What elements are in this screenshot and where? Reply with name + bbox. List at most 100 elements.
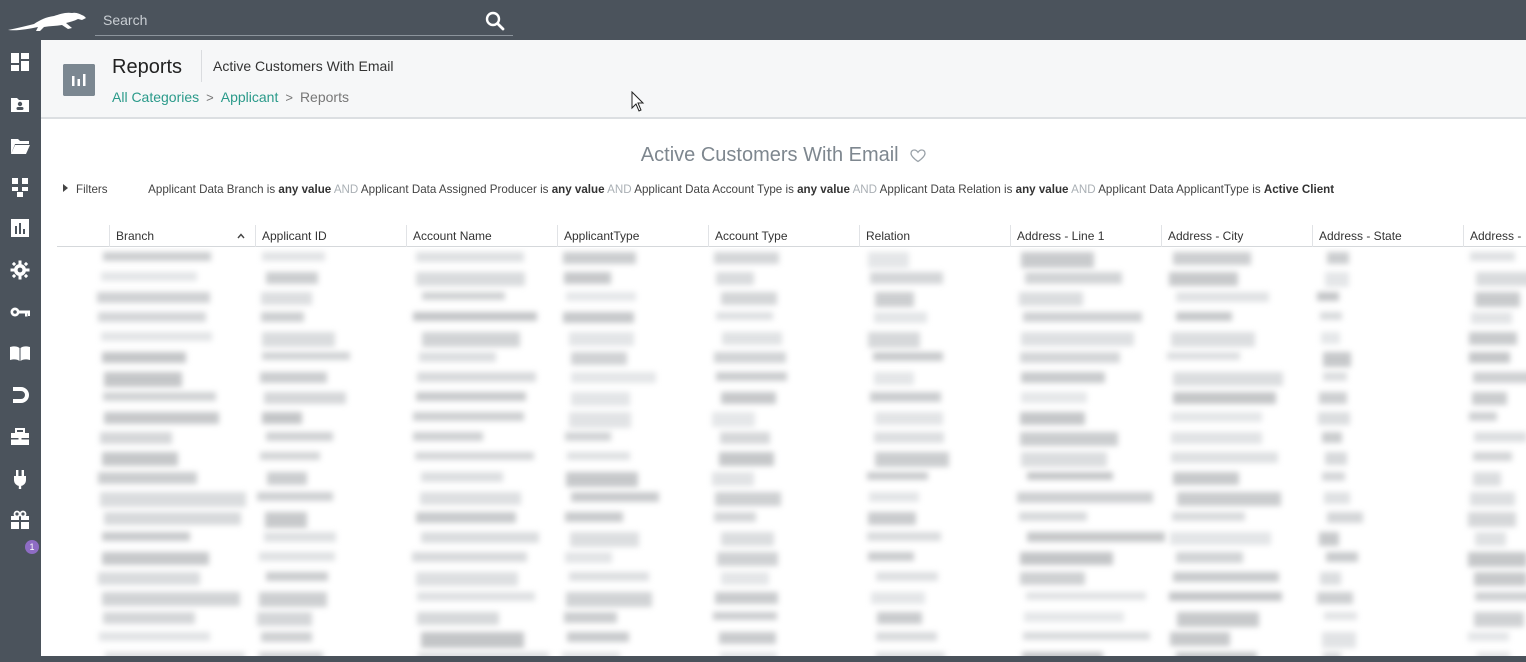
redacted-cell (415, 452, 534, 461)
filter-account-type: Applicant Data Account Type is any value (634, 183, 850, 196)
reports-icon (63, 64, 95, 96)
column-header-branch[interactable]: Branch (109, 225, 255, 247)
redacted-cell (870, 272, 944, 284)
redacted-cell (567, 452, 630, 461)
redacted-cell (417, 612, 499, 626)
redacted-cell (867, 532, 942, 541)
redacted-cell (102, 552, 209, 566)
redacted-cell (102, 392, 217, 401)
redacted-cell (712, 412, 756, 427)
redacted-cell (1018, 512, 1088, 521)
redacted-cell (419, 492, 522, 505)
redacted-cell (1019, 552, 1114, 565)
and-operator: AND (852, 183, 878, 196)
gift-icon[interactable] (8, 509, 32, 531)
filters-toggle[interactable]: Filters (76, 183, 108, 196)
redacted-cell (1019, 352, 1120, 364)
and-operator: AND (1071, 183, 1096, 196)
column-header-account-type[interactable]: Account Type (708, 225, 859, 247)
column-header-relation[interactable]: Relation (859, 225, 1010, 247)
redacted-cell (260, 312, 305, 322)
redacted-cell (421, 472, 503, 482)
key-icon[interactable] (8, 301, 32, 323)
redacted-cell (1171, 452, 1278, 464)
column-header-address-more[interactable]: Address - (1463, 225, 1526, 247)
redacted-cell (413, 312, 538, 322)
redacted-cell (415, 392, 526, 401)
redacted-cell (1176, 552, 1243, 563)
redacted-cell (104, 372, 183, 387)
redacted-cell (97, 472, 197, 485)
redacted-cell (718, 632, 776, 645)
book-icon[interactable] (8, 342, 32, 364)
redacted-cell (1474, 612, 1524, 628)
redacted-cell (1475, 272, 1526, 286)
reports-icon[interactable] (8, 217, 32, 239)
redacted-cell (1019, 432, 1119, 447)
briefcase-icon[interactable] (8, 426, 32, 448)
column-header-applicant-id[interactable]: Applicant ID (255, 225, 406, 247)
redacted-cell (565, 472, 638, 487)
redacted-cell (871, 592, 925, 604)
redacted-cell (416, 252, 525, 263)
redacted-cell (570, 492, 660, 502)
redacted-cell (1172, 252, 1251, 266)
breadcrumb: All Categories > Applicant > Reports (112, 89, 349, 105)
redacted-cell (421, 292, 506, 301)
plug-icon[interactable] (8, 468, 32, 490)
redacted-cell (101, 452, 178, 467)
redacted-cell (1323, 612, 1358, 621)
redacted-cell (721, 572, 770, 586)
redacted-cell (567, 632, 629, 642)
redacted-cell (1473, 452, 1512, 461)
redacted-cell (102, 252, 211, 261)
redacted-cell (261, 332, 336, 348)
filter-branch: Applicant Data Branch is any value (148, 183, 332, 196)
redacted-cell (1023, 312, 1142, 323)
title-divider (201, 50, 202, 82)
redacted-cell (1168, 592, 1283, 601)
redacted-cell (1470, 312, 1513, 325)
row-select-column (57, 225, 109, 247)
redacted-cell (1023, 632, 1150, 641)
heart-icon[interactable] (910, 149, 926, 163)
redacted-cell (1171, 332, 1255, 348)
search-icon[interactable] (483, 9, 507, 33)
contact-card-icon[interactable] (8, 92, 32, 114)
column-header-address-line1[interactable]: Address - Line 1 (1010, 225, 1161, 247)
redacted-cell (714, 492, 781, 507)
redacted-cell (1175, 292, 1270, 302)
redacted-cell (1026, 592, 1146, 601)
column-header-address-state[interactable]: Address - State (1312, 225, 1463, 247)
redacted-cell (1017, 492, 1154, 503)
redacted-cell (874, 292, 914, 308)
breadcrumb-all-categories[interactable]: All Categories (112, 89, 199, 105)
redacted-cell (720, 432, 770, 444)
column-header-applicant-type[interactable]: ApplicantType (557, 225, 708, 247)
redacted-cell (571, 392, 631, 407)
redacted-cell (1176, 492, 1281, 507)
sort-ascending-icon[interactable] (237, 233, 245, 239)
page-header: Reports Active Customers With Email All … (41, 40, 1526, 119)
column-header-address-city[interactable]: Address - City (1161, 225, 1312, 247)
breadcrumb-applicant[interactable]: Applicant (221, 89, 279, 105)
settings-icon[interactable] (8, 259, 32, 281)
redacted-cell (568, 572, 649, 581)
column-header-account-name[interactable]: Account Name (406, 225, 557, 247)
dashboard-icon[interactable] (8, 51, 32, 73)
redacted-cell (1322, 372, 1347, 382)
search-input[interactable] (95, 6, 475, 34)
redacted-cell (1469, 352, 1510, 364)
redacted-cell (720, 392, 777, 404)
search-bar (95, 6, 513, 36)
cheetah-logo-icon[interactable] (6, 8, 88, 34)
org-chart-icon[interactable] (8, 176, 32, 198)
redacted-cell (1476, 652, 1510, 656)
redacted-cell (1321, 432, 1343, 444)
redacted-cell (257, 612, 312, 627)
redacted-cell (717, 552, 778, 567)
magnet-icon[interactable] (8, 384, 32, 406)
expand-triangle-icon[interactable] (63, 184, 68, 192)
main-panel: Reports Active Customers With Email All … (41, 40, 1526, 656)
folder-icon[interactable] (8, 134, 32, 156)
